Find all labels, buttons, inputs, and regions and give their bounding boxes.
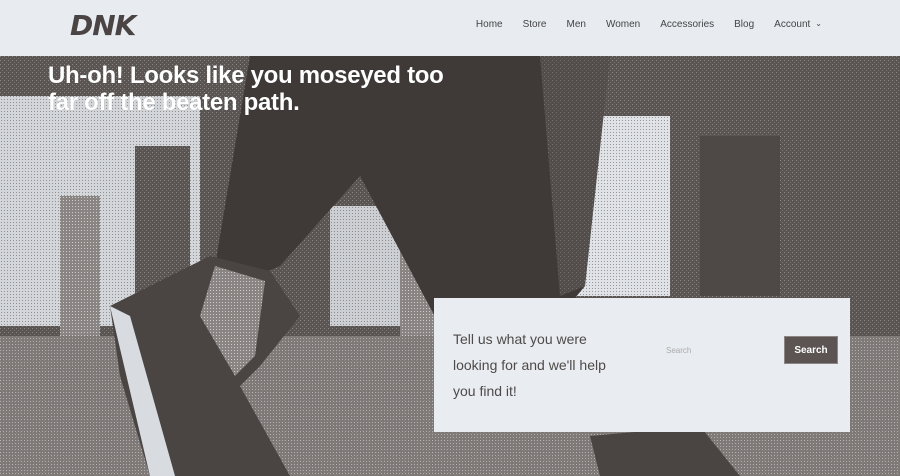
search-card-message: Tell us what you were looking for and we… — [453, 331, 606, 399]
nav-men[interactable]: Men — [567, 19, 586, 30]
nav-accessories[interactable]: Accessories — [660, 19, 714, 30]
site-header: DNK Home Store Men Women Accessories Blo… — [0, 0, 900, 56]
search-button[interactable]: Search — [784, 336, 838, 364]
page-title: Uh-oh! Looks like you moseyed too far of… — [48, 62, 444, 116]
nav-women[interactable]: Women — [606, 19, 640, 30]
building-left-small — [60, 196, 100, 336]
nav-account-label: Account — [774, 19, 811, 30]
chevron-down-icon: ⌄ — [815, 19, 822, 28]
main-nav: Home Store Men Women Accessories Blog Ac… — [476, 19, 822, 30]
nav-store[interactable]: Store — [523, 19, 547, 30]
nav-account[interactable]: Account ⌄ — [774, 19, 822, 30]
nav-blog[interactable]: Blog — [734, 19, 754, 30]
building-right-dark — [700, 136, 780, 296]
brand-logo[interactable]: DNK — [70, 9, 136, 42]
search-input[interactable] — [666, 336, 776, 364]
nav-home[interactable]: Home — [476, 19, 503, 30]
search-card: Tell us what you were looking for and we… — [434, 298, 850, 432]
